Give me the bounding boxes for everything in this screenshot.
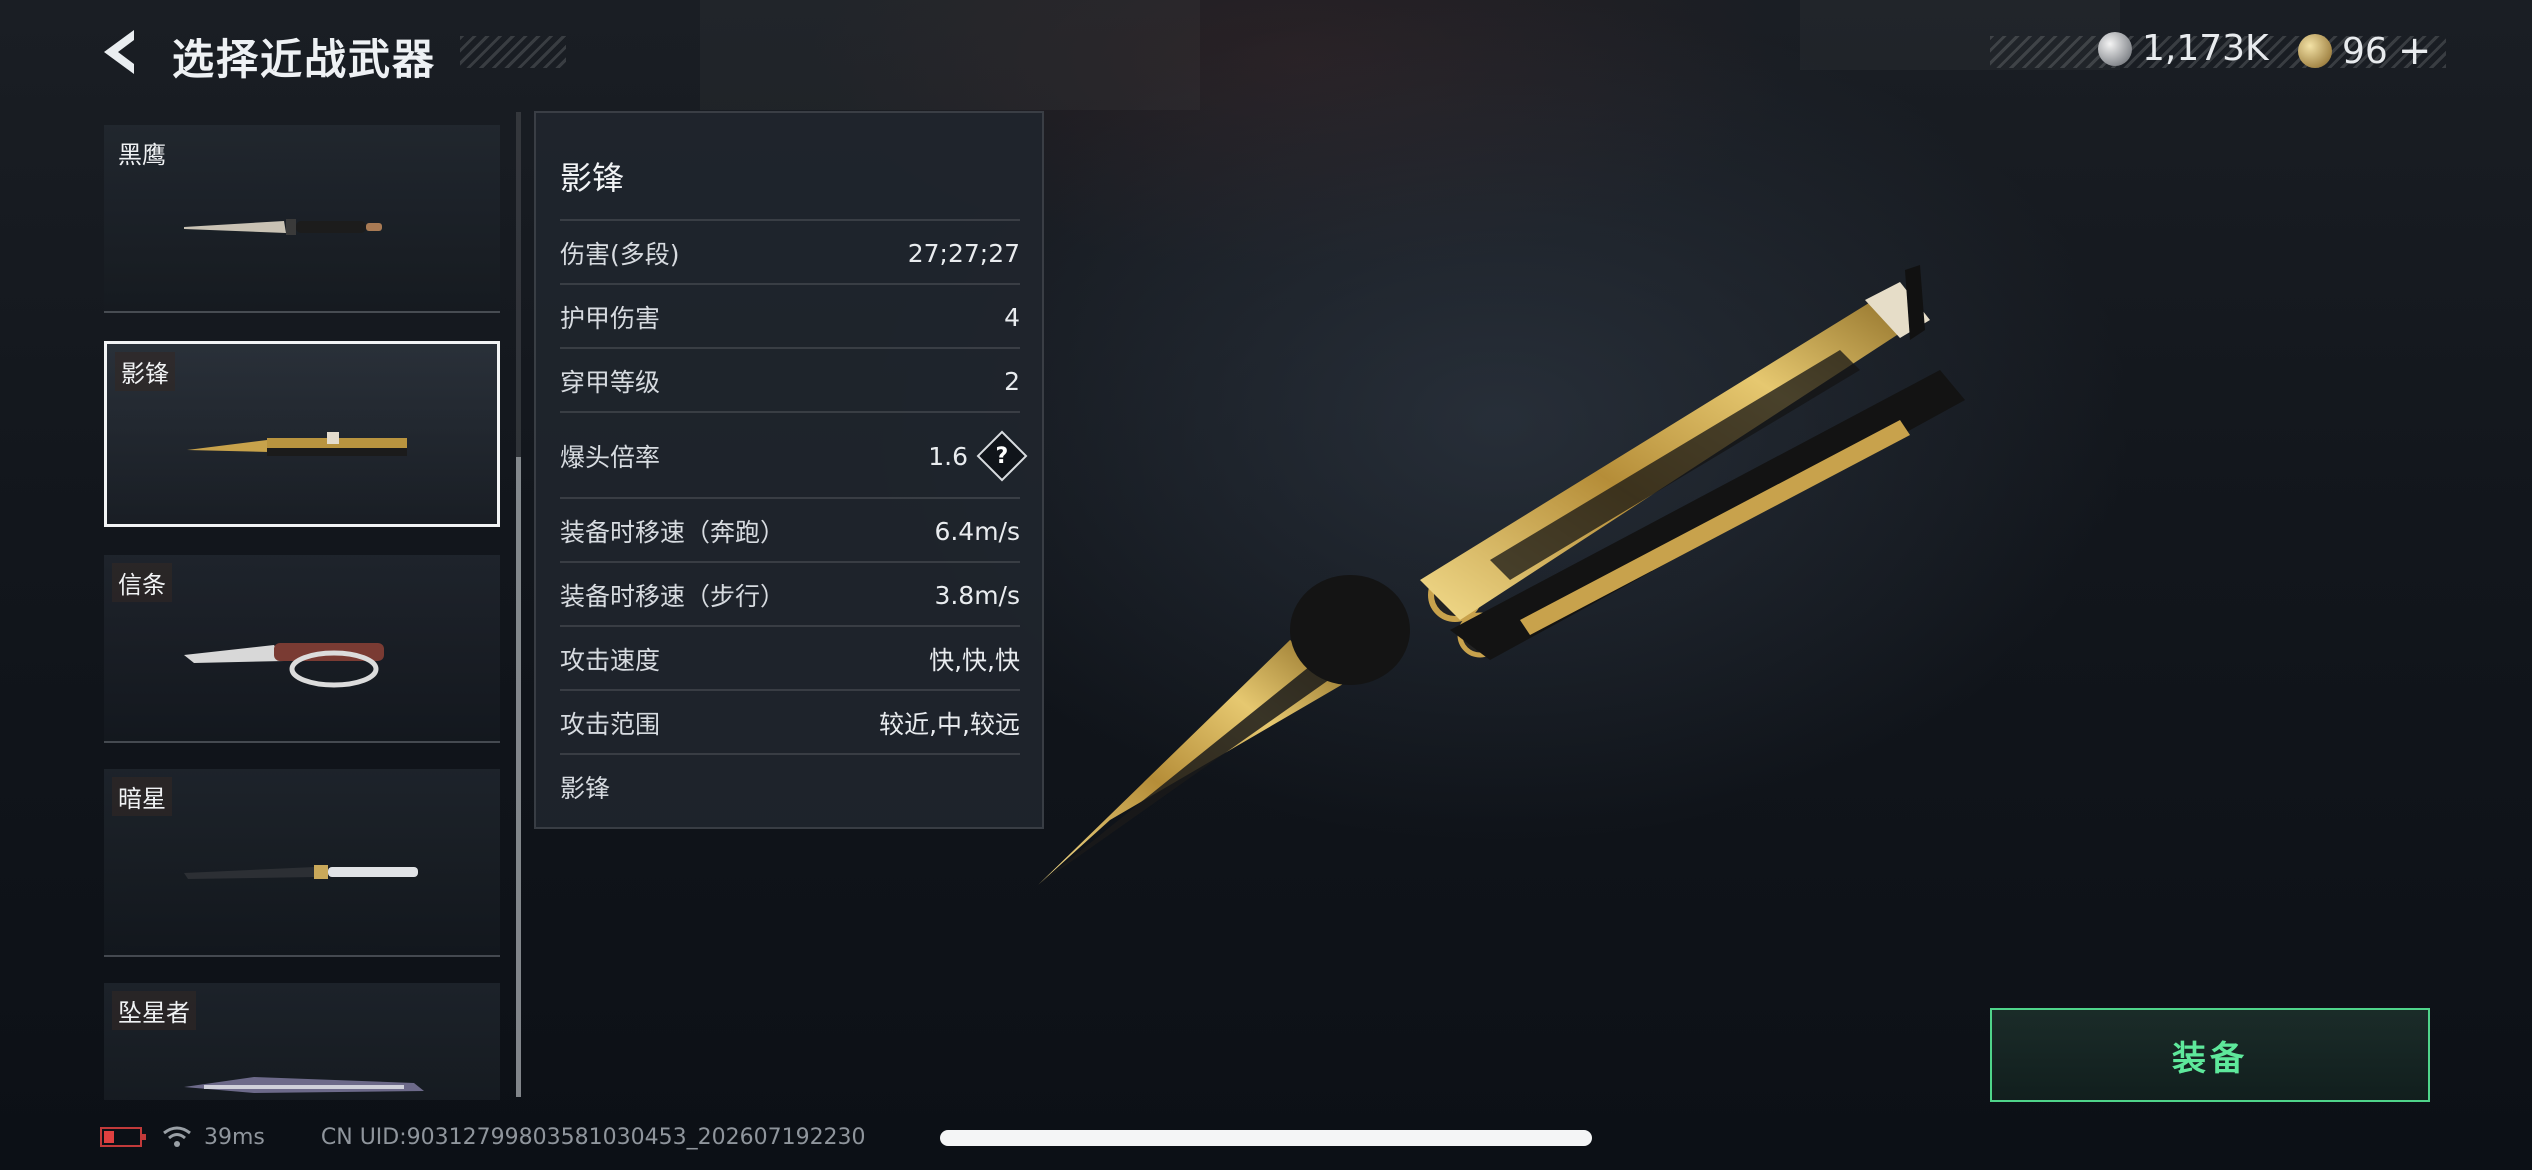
stat-row: 穿甲等级 2 <box>560 347 1020 413</box>
gold-coin-icon <box>2298 34 2332 68</box>
stat-value: 27;27;27 <box>907 238 1020 268</box>
long-blade-thumbnail-icon <box>184 865 418 879</box>
list-scrollbar-thumb[interactable] <box>516 457 521 1097</box>
list-scrollbar[interactable] <box>516 112 521 1097</box>
wifi-icon <box>163 1126 191 1147</box>
weapon-card-zhuixingzhe[interactable]: 坠星者 <box>104 983 500 1100</box>
uid-text: CN UID:903127998035810304​53_20260719223… <box>320 1124 866 1150</box>
stat-row-footer: 影锋 <box>560 753 1020 819</box>
stat-label: 装备时移速（步行） <box>560 582 786 611</box>
stat-label: 护甲伤害 <box>560 304 661 333</box>
stat-value: 较近,中,较远 <box>879 710 1020 739</box>
panel-footer-text: 影锋 <box>560 774 611 803</box>
gold-currency[interactable]: 96 + <box>2298 28 2431 74</box>
stat-row: 伤害(多段) 27;27;27 <box>560 219 1020 285</box>
stat-value: 2 <box>1004 366 1020 396</box>
stat-label: 爆头倍率 <box>560 443 661 472</box>
stat-row: 攻击范围 较近,中,较远 <box>560 689 1020 755</box>
add-currency-icon[interactable]: + <box>2398 28 2432 74</box>
butterfly-knife-thumbnail-icon <box>187 432 407 456</box>
silver-currency: 1,173K <box>2098 28 2269 69</box>
background-block <box>700 0 1200 110</box>
header-hatch-decoration <box>460 36 566 68</box>
weapon-name: 坠星者 <box>112 991 196 1030</box>
weapon-card-anxing[interactable]: 暗星 <box>104 769 500 957</box>
gold-currency-value: 96 <box>2342 30 2388 72</box>
page-title: 选择近战武器 <box>172 35 437 84</box>
stat-value: 1.6 <box>928 441 968 471</box>
weapon-card-heiying[interactable]: 黑鹰 <box>104 125 500 313</box>
weapon-name: 黑鹰 <box>118 141 166 169</box>
stats-panel: 影锋 伤害(多段) 27;27;27 护甲伤害 4 穿甲等级 2 爆头倍率 1.… <box>534 111 1044 829</box>
ping-text: 39ms <box>204 1124 265 1150</box>
panel-title: 影锋 <box>560 159 625 197</box>
equip-button[interactable]: 装备 <box>1990 1008 2430 1102</box>
stat-label: 装备时移速（奔跑） <box>560 518 786 547</box>
stat-row: 装备时移速（奔跑） 6.4m/s <box>560 497 1020 563</box>
weapon-name: 信条 <box>112 563 172 602</box>
weapon-card-yingfeng[interactable]: 影锋 <box>104 341 500 527</box>
curved-blade-thumbnail-icon <box>184 1077 424 1093</box>
silver-coin-icon <box>2098 31 2132 66</box>
weapon-name: 影锋 <box>115 352 175 391</box>
knuckle-knife-thumbnail-icon <box>184 643 384 688</box>
game-screen: 选择近战武器 1,173K 96 + 黑鹰 影锋 信条 暗星 坠星者 影锋 伤害… <box>0 0 2532 1170</box>
home-indicator[interactable] <box>940 1130 1592 1146</box>
chevron-left-icon <box>104 30 134 74</box>
knife-thumbnail-icon <box>184 219 382 235</box>
stat-value: 4 <box>1004 302 1020 332</box>
help-icon-label: ? <box>995 443 1009 469</box>
stat-value: 6.4m/s <box>934 516 1020 546</box>
stat-label: 伤害(多段) <box>560 240 680 269</box>
stat-row: 护甲伤害 4 <box>560 283 1020 349</box>
stat-value: 快,快,快 <box>929 646 1020 675</box>
weapon-list[interactable]: 黑鹰 影锋 信条 暗星 坠星者 <box>104 125 502 1100</box>
stat-value-with-help: 1.6 ? <box>928 430 1028 482</box>
silver-currency-value: 1,173K <box>2142 28 2269 69</box>
back-button[interactable] <box>98 24 154 80</box>
stat-row: 装备时移速（步行） 3.8m/s <box>560 561 1020 627</box>
weapon-name: 暗星 <box>112 777 172 816</box>
stat-label: 穿甲等级 <box>560 368 661 397</box>
weapon-3d-preview[interactable] <box>1020 260 2000 900</box>
stat-row: 爆头倍率 1.6 ? <box>560 411 1028 499</box>
stat-value: 3.8m/s <box>934 580 1020 610</box>
battery-low-icon <box>100 1127 146 1147</box>
weapon-card-xintiao[interactable]: 信条 <box>104 555 500 743</box>
stat-label: 攻击速度 <box>560 646 661 675</box>
status-bar: 39ms CN UID:903127998035810304​53_202607… <box>100 1120 866 1154</box>
stat-row: 攻击速度 快,快,快 <box>560 625 1020 691</box>
stat-label: 攻击范围 <box>560 710 661 739</box>
